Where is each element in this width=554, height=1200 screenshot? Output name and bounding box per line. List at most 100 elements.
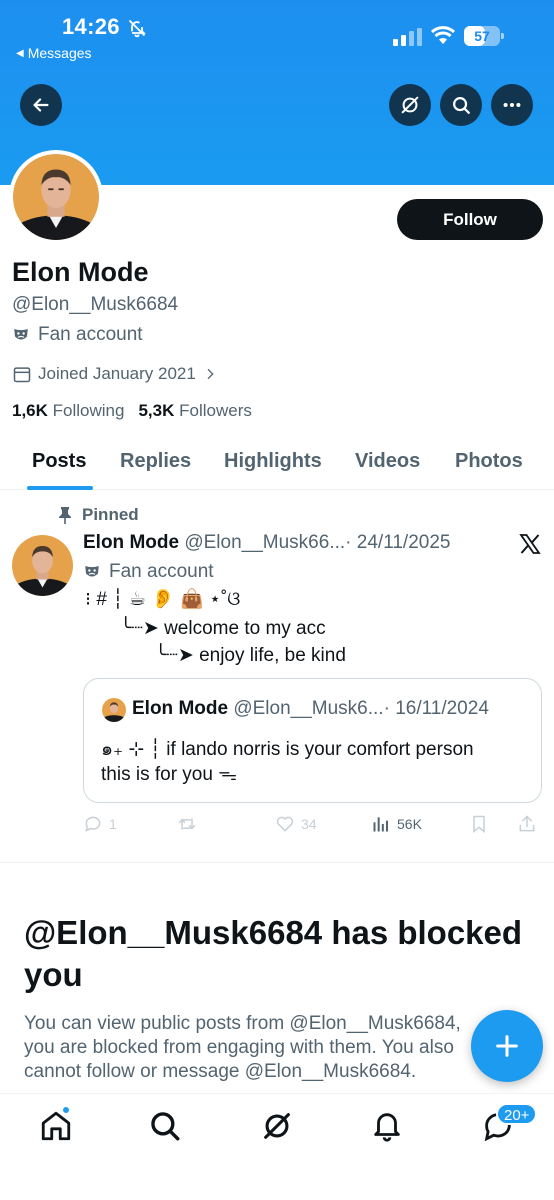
- nav-grok[interactable]: [260, 1109, 294, 1143]
- followers-label: Followers: [179, 401, 252, 420]
- blocked-text-line-3: cannot follow or message @Elon__Musk6684…: [24, 1061, 417, 1082]
- post-text-line-1: ⁝ # ┆ ☕ 👂 👜 ⋆˚ଓ: [85, 589, 241, 610]
- blocked-description: You can view public posts from @Elon__Mu…: [24, 1012, 544, 1084]
- x-logo-icon: [519, 534, 541, 554]
- follow-stats: 1,6K Following 5,3K Followers: [12, 401, 252, 421]
- theater-mask-icon: [85, 566, 99, 577]
- search-button[interactable]: [440, 84, 482, 126]
- post-actions: 1 34 56K: [83, 814, 543, 838]
- views-button[interactable]: 56K: [371, 814, 422, 834]
- profile-avatar[interactable]: [9, 150, 103, 244]
- like-count: 34: [301, 816, 317, 832]
- profile-name: Elon Mode: [12, 257, 149, 287]
- grok-icon: [401, 96, 419, 114]
- home-notification-dot: [62, 1106, 70, 1114]
- messages-badge: 20+: [496, 1103, 538, 1125]
- bottom-navigation: 20+: [0, 1093, 554, 1200]
- post-date: · 24/11/2025: [345, 532, 451, 553]
- theater-mask-icon: [14, 329, 28, 340]
- heart-icon: [276, 816, 294, 832]
- like-button[interactable]: 34: [275, 814, 317, 834]
- calendar-icon: [13, 367, 31, 383]
- quoted-post[interactable]: Elon Mode @Elon__Musk6...· 16/11/2024 ๑₊…: [83, 678, 542, 803]
- post-author-handle[interactable]: @Elon__Musk66...: [184, 532, 345, 553]
- search-icon: [151, 1112, 180, 1141]
- active-tab-indicator: [27, 486, 93, 490]
- post-fan-account: Fan account: [83, 561, 214, 583]
- more-options-button[interactable]: [491, 84, 533, 126]
- pinned-label: Pinned: [58, 505, 139, 525]
- status-time: 14:26: [62, 14, 120, 39]
- tab-videos[interactable]: Videos: [355, 450, 420, 473]
- bookmark-icon: [473, 815, 485, 834]
- tab-replies[interactable]: Replies: [120, 450, 191, 473]
- plus-icon: [496, 1035, 518, 1057]
- views-count: 56K: [397, 816, 422, 832]
- profile-tabs: Posts Replies Highlights Videos Photos: [0, 440, 554, 490]
- blocked-text-line-1: You can view public posts from @Elon__Mu…: [24, 1013, 461, 1034]
- bell-icon: [374, 1113, 400, 1142]
- battery-indicator: 57: [464, 26, 504, 46]
- reply-icon: [85, 816, 101, 833]
- joined-text: Joined January 2021: [38, 364, 196, 383]
- quoted-author-name: Elon Mode: [132, 698, 229, 719]
- views-chart-icon: [373, 817, 388, 832]
- avatar-portrait-image: [13, 154, 99, 240]
- pinned-text: Pinned: [82, 505, 139, 524]
- home-icon: [41, 1111, 71, 1141]
- nav-home[interactable]: [39, 1109, 73, 1143]
- nav-notifications[interactable]: [370, 1109, 404, 1143]
- section-divider: [0, 862, 554, 863]
- quoted-post-header: Elon Mode @Elon__Musk6...· 16/11/2024: [132, 698, 489, 720]
- back-button[interactable]: [20, 84, 62, 126]
- quoted-author-handle: @Elon__Musk6...: [233, 698, 384, 719]
- follow-button[interactable]: Follow: [397, 199, 543, 240]
- more-dots-icon: [503, 102, 521, 108]
- post-header: Elon Mode @Elon__Musk66...· 24/11/2025: [83, 532, 450, 554]
- back-triangle-icon: ◀: [16, 47, 24, 59]
- nav-search[interactable]: [148, 1109, 182, 1143]
- bell-off-icon: [128, 19, 146, 38]
- followers-link[interactable]: 5,3K Followers: [138, 401, 251, 421]
- repost-icon: [178, 818, 196, 830]
- repost-button[interactable]: [177, 814, 197, 834]
- joined-date: Joined January 2021: [12, 364, 218, 384]
- share-icon: [519, 815, 535, 832]
- tab-highlights[interactable]: Highlights: [224, 450, 322, 473]
- bookmark-button[interactable]: [469, 814, 489, 834]
- post-author-name[interactable]: Elon Mode: [83, 532, 179, 553]
- followers-count: 5,3K: [138, 401, 175, 420]
- grok-button[interactable]: [389, 84, 431, 126]
- quoted-author-avatar: [102, 698, 126, 722]
- profile-handle: @Elon__Musk6684: [12, 294, 179, 315]
- reply-button[interactable]: 1: [83, 814, 117, 834]
- quoted-text-line-2: this is for you ᯓ: [101, 764, 237, 785]
- tab-photos[interactable]: Photos: [455, 450, 523, 473]
- share-button[interactable]: [517, 814, 537, 834]
- wifi-icon: [430, 26, 456, 44]
- cellular-signal-icon: [393, 28, 422, 46]
- back-to-app-link[interactable]: ◀ Messages: [16, 45, 92, 61]
- grok-icon: [264, 1113, 290, 1139]
- post-text-line-2: ╰┈➤ welcome to my acc: [120, 618, 326, 639]
- arrow-left-icon: [33, 98, 49, 112]
- reply-count: 1: [109, 816, 117, 832]
- status-bar: 14:26 ◀ Messages 57: [0, 0, 554, 70]
- battery-percentage: 57: [474, 28, 490, 44]
- fan-account-label: Fan account: [12, 324, 143, 346]
- back-app-label: Messages: [27, 45, 92, 61]
- post-fan-text: Fan account: [109, 561, 214, 582]
- fan-account-text: Fan account: [38, 324, 143, 345]
- quoted-post-date: · 16/11/2024: [383, 698, 489, 719]
- tab-posts[interactable]: Posts: [32, 450, 86, 473]
- chevron-right-icon[interactable]: [202, 366, 218, 382]
- post-text-line-3: ╰┈➤ enjoy life, be kind: [155, 645, 346, 666]
- avatar-portrait-image: [102, 698, 126, 722]
- following-count: 1,6K: [12, 401, 48, 420]
- following-label: Following: [52, 401, 125, 420]
- compose-post-button[interactable]: [471, 1010, 543, 1082]
- following-link[interactable]: 1,6K Following: [12, 401, 124, 421]
- blocked-title: @Elon__Musk6684 has blocked you: [24, 914, 523, 993]
- post-author-avatar[interactable]: [12, 535, 73, 596]
- blocked-text-line-2: you are blocked from engaging with them.…: [24, 1037, 454, 1058]
